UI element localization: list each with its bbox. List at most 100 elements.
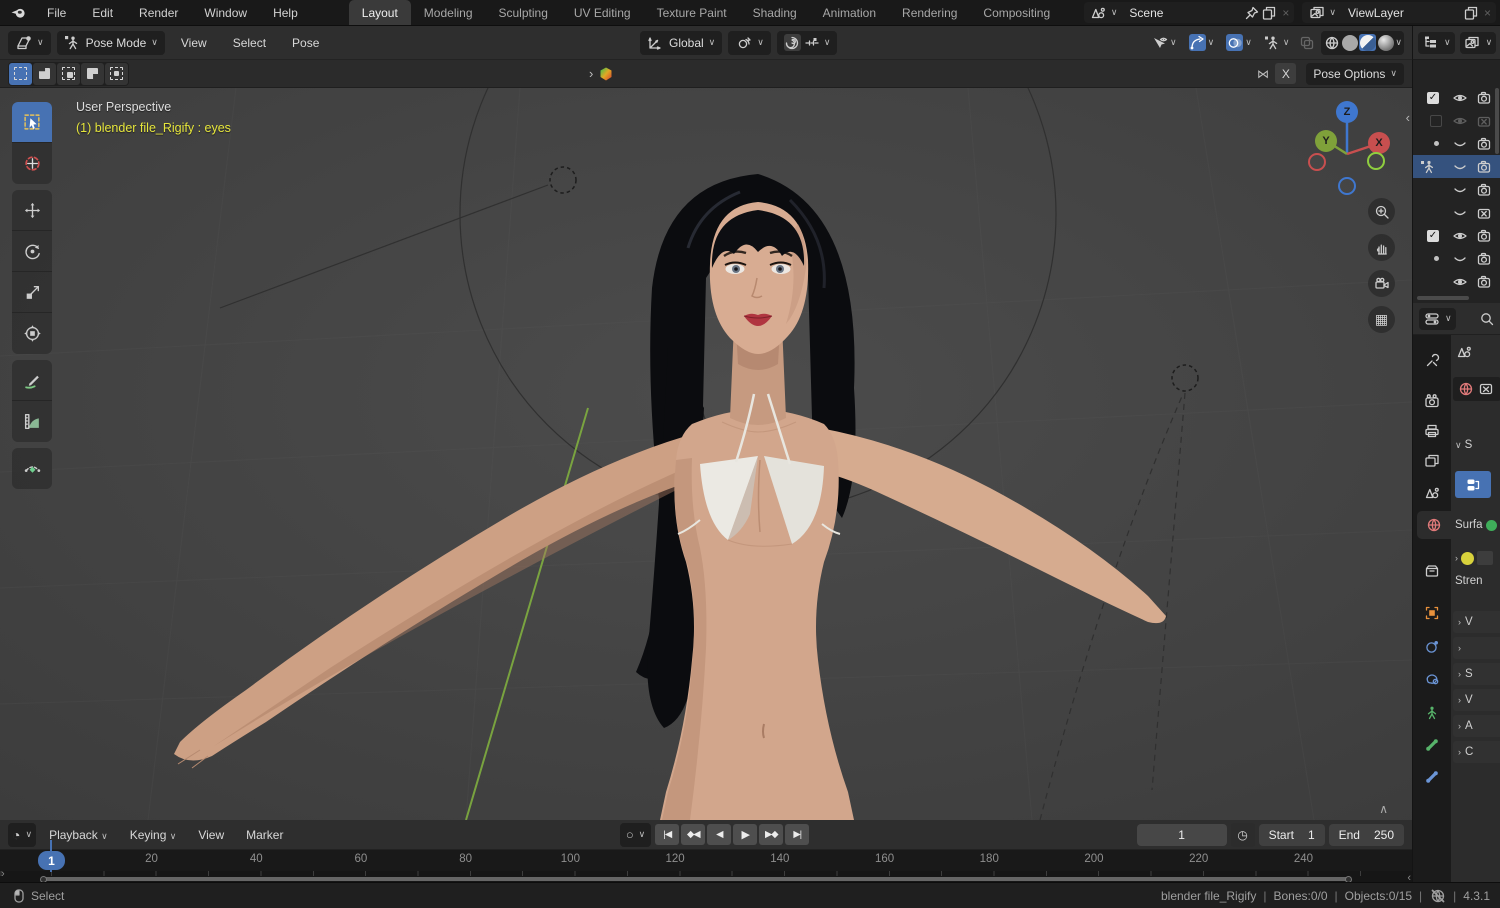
editor-type-button[interactable]: ∨ bbox=[8, 30, 51, 55]
menu-pose[interactable]: Pose bbox=[282, 36, 329, 50]
eye-closed-icon[interactable] bbox=[1451, 136, 1469, 152]
color-value-stub[interactable] bbox=[1477, 551, 1493, 565]
camera-render-icon[interactable] bbox=[1475, 159, 1493, 175]
outliner-row[interactable] bbox=[1413, 109, 1500, 132]
viewlayer-browse-button[interactable]: ∨ bbox=[1302, 2, 1342, 23]
outliner-row[interactable] bbox=[1413, 132, 1500, 155]
tool-pose-breakdowner[interactable] bbox=[12, 448, 52, 489]
tool-transform[interactable] bbox=[12, 313, 52, 354]
outliner-row[interactable]: ✓ bbox=[1413, 86, 1500, 109]
camera-disabled-icon[interactable] bbox=[1475, 113, 1493, 129]
frame-start-field[interactable]: Start 1 bbox=[1258, 823, 1325, 846]
eye-open-icon[interactable] bbox=[1451, 90, 1469, 106]
tab-object-icon[interactable] bbox=[1413, 599, 1451, 627]
current-frame-badge[interactable]: 1 bbox=[38, 851, 65, 870]
select-mode-set-button[interactable] bbox=[9, 62, 32, 85]
collapsed-panel-viewport-display[interactable]: › V bbox=[1453, 689, 1500, 711]
checkbox-checked-icon[interactable]: ✓ bbox=[1427, 91, 1439, 104]
tool-measure[interactable] bbox=[12, 401, 52, 442]
tab-output-icon[interactable] bbox=[1413, 417, 1451, 445]
menu-select[interactable]: Select bbox=[223, 36, 276, 50]
world-datablock-selector[interactable] bbox=[1453, 377, 1500, 401]
tool-move[interactable] bbox=[12, 190, 52, 231]
color-field-row[interactable]: › bbox=[1455, 551, 1493, 565]
tab-viewlayer-icon[interactable] bbox=[1413, 447, 1451, 475]
select-mode-subtract-button[interactable] bbox=[57, 62, 80, 85]
tool-annotate[interactable] bbox=[12, 360, 52, 401]
play-reverse-button[interactable]: ◀ bbox=[707, 824, 732, 845]
breadcrumb-scene-icon[interactable] bbox=[1455, 343, 1472, 360]
play-button[interactable]: ▶ bbox=[733, 824, 758, 845]
timeline-editor-type-button[interactable]: ◔ ∨ bbox=[8, 822, 37, 847]
tab-bone-icon[interactable] bbox=[1413, 731, 1451, 759]
collapsed-panel-custom-properties[interactable]: › C bbox=[1453, 741, 1500, 763]
workspace-tab-modeling[interactable]: Modeling bbox=[411, 0, 486, 25]
transform-orientation-selector[interactable]: Global ∨ bbox=[639, 30, 723, 55]
workspace-tab-compositing[interactable]: Compositing bbox=[970, 0, 1063, 25]
outliner-display-mode-button[interactable]: ∨ bbox=[1459, 31, 1497, 54]
pose-display-dropdown[interactable]: ∨ bbox=[1261, 31, 1293, 55]
gizmo-axis-z-neg[interactable] bbox=[1338, 177, 1356, 195]
camera-render-icon[interactable] bbox=[1475, 136, 1493, 152]
search-icon[interactable] bbox=[1478, 310, 1495, 327]
snap-target-selector[interactable]: ∨ bbox=[728, 30, 771, 55]
eye-closed-icon[interactable] bbox=[1451, 205, 1469, 221]
eye-closed-icon[interactable] bbox=[1451, 159, 1469, 175]
checkbox-checked-icon[interactable]: ✓ bbox=[1427, 229, 1439, 242]
panel-expand-icon[interactable]: ∧ bbox=[1379, 802, 1388, 816]
color-swatch[interactable] bbox=[1461, 551, 1474, 565]
jump-to-start-button[interactable]: |◀ bbox=[655, 824, 680, 845]
tab-tool-icon[interactable] bbox=[1413, 347, 1451, 375]
surface-field-row[interactable]: Surfa bbox=[1455, 519, 1497, 531]
gizmo-axis-y[interactable]: Y bbox=[1315, 130, 1337, 152]
menu-render[interactable]: Render bbox=[126, 0, 191, 25]
select-mode-intersect-button[interactable] bbox=[105, 62, 128, 85]
pan-hand-icon[interactable] bbox=[1368, 234, 1395, 261]
camera-view-icon[interactable] bbox=[1368, 270, 1395, 297]
outliner-row[interactable]: ✓ bbox=[1413, 224, 1500, 247]
jump-to-end-button[interactable]: ▶| bbox=[785, 824, 810, 845]
eye-closed-icon[interactable] bbox=[1451, 251, 1469, 267]
menu-window[interactable]: Window bbox=[191, 0, 260, 25]
navigation-gizmo[interactable]: Z Y X bbox=[1300, 96, 1400, 200]
tab-armature-data-icon[interactable] bbox=[1413, 699, 1451, 727]
tab-world-icon[interactable] bbox=[1417, 511, 1451, 539]
collapsed-panel-volume[interactable]: › V bbox=[1453, 611, 1500, 633]
collapsed-panel[interactable]: › bbox=[1453, 637, 1500, 659]
eye-open-icon[interactable] bbox=[1451, 228, 1469, 244]
workspace-tab-sculpting[interactable]: Sculpting bbox=[486, 0, 561, 25]
mirror-x-toggle[interactable]: X bbox=[1275, 63, 1297, 84]
workspace-tab-uv-editing[interactable]: UV Editing bbox=[561, 0, 644, 25]
menu-file[interactable]: File bbox=[34, 0, 79, 25]
tab-collection-icon[interactable] bbox=[1413, 557, 1451, 585]
breadcrumb-expand-icon[interactable]: › bbox=[589, 67, 593, 80]
chevron-right-icon[interactable]: › bbox=[1, 868, 5, 880]
camera-render-icon[interactable] bbox=[1475, 274, 1493, 290]
menu-keying[interactable]: Keying ∨ bbox=[121, 828, 186, 842]
new-viewlayer-button[interactable] bbox=[1462, 4, 1479, 21]
outliner-row[interactable] bbox=[1413, 201, 1500, 224]
xray-toggle[interactable] bbox=[1298, 34, 1315, 51]
tool-rotate[interactable] bbox=[12, 231, 52, 272]
sidebar-toggle-icon[interactable]: ‹ bbox=[1406, 110, 1410, 125]
menu-help[interactable]: Help bbox=[260, 0, 311, 25]
menu-marker[interactable]: Marker bbox=[237, 828, 292, 842]
eye-open-icon[interactable] bbox=[1451, 113, 1469, 129]
menu-tl-view[interactable]: View bbox=[189, 828, 233, 842]
record-icon[interactable]: ○ bbox=[626, 827, 634, 842]
current-frame-field[interactable]: 1 bbox=[1136, 823, 1227, 846]
proportional-falloff-icon[interactable] bbox=[804, 34, 821, 51]
pin-icon[interactable] bbox=[1243, 4, 1260, 21]
tab-bone-constraints-icon[interactable] bbox=[1413, 763, 1451, 791]
collapsed-panel-animation[interactable]: › A bbox=[1453, 715, 1500, 737]
select-mode-invert-button[interactable] bbox=[81, 62, 104, 85]
timeline-scrollbar-thumb[interactable] bbox=[40, 875, 1352, 883]
object-visibility-dropdown[interactable]: ∨ bbox=[1148, 31, 1180, 55]
zoom-icon[interactable] bbox=[1368, 198, 1395, 225]
frame-end-field[interactable]: End 250 bbox=[1328, 823, 1405, 846]
camera-render-icon[interactable] bbox=[1475, 90, 1493, 106]
viewport-3d[interactable]: User Perspective (1) blender file_Rigify… bbox=[0, 88, 1412, 820]
gizmo-axis-y-neg[interactable] bbox=[1367, 152, 1385, 170]
next-keyframe-button[interactable]: ▶◆ bbox=[759, 824, 784, 845]
camera-render-icon[interactable] bbox=[1475, 251, 1493, 267]
